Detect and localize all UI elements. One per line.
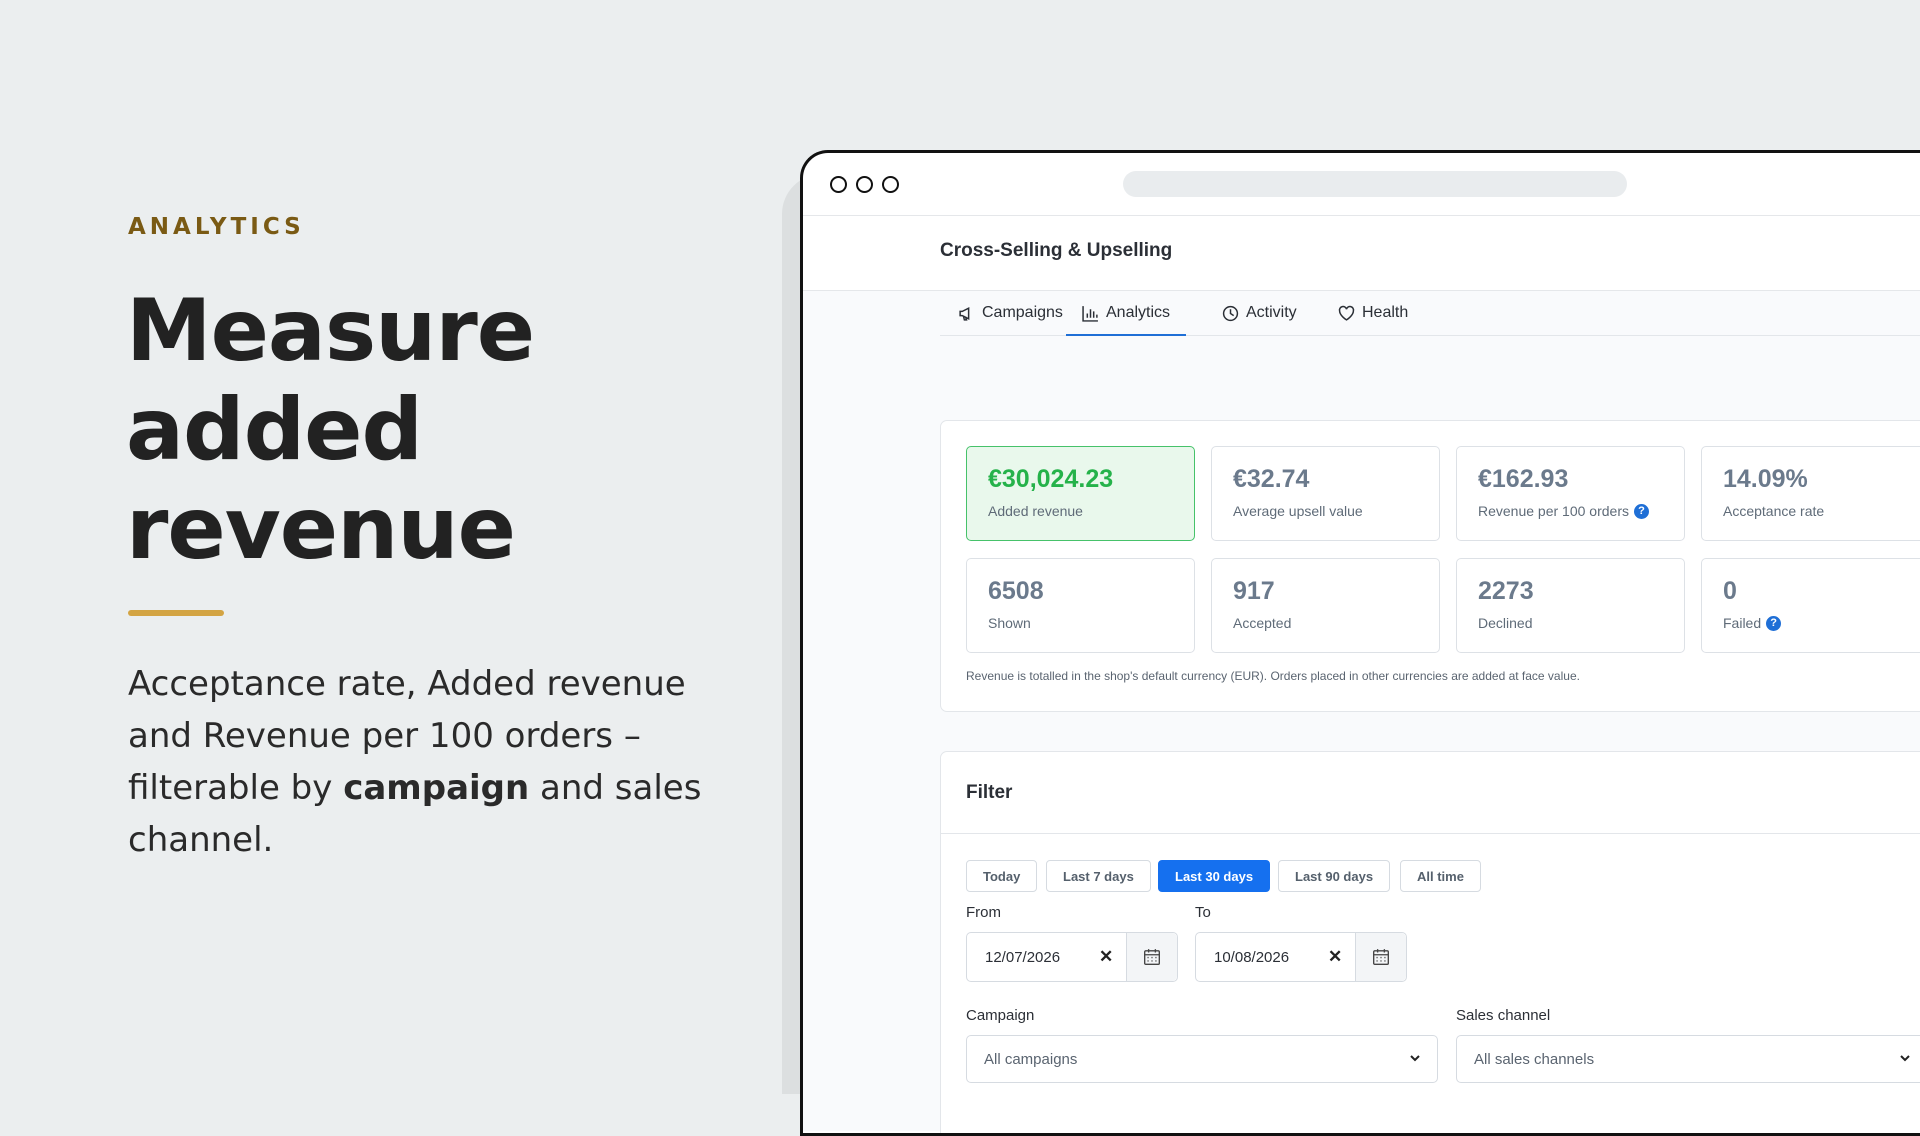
address-bar[interactable]	[1123, 171, 1627, 197]
from-date-field: ✕	[966, 932, 1178, 982]
help-icon[interactable]: ?	[1766, 615, 1782, 631]
stat-label: Added revenue	[988, 503, 1083, 519]
window-dot-icon	[856, 176, 873, 193]
campaign-select[interactable]: All campaigns	[966, 1035, 1438, 1083]
from-date-input[interactable]	[983, 947, 1087, 967]
browser-titlebar	[803, 153, 1920, 216]
bar-chart-icon	[1082, 305, 1098, 322]
filter-card: Filter Today Last 7 days Last 30 days La…	[940, 751, 1920, 1133]
to-calendar-button[interactable]	[1355, 933, 1406, 981]
stat-label: Failed?	[1723, 615, 1782, 631]
stat-value: €30,024.23	[988, 465, 1114, 493]
description-bold: campaign	[343, 768, 530, 808]
stat-value: 6508	[988, 577, 1044, 605]
sales-channel-select[interactable]: All sales channels	[1456, 1035, 1920, 1083]
to-date-field: ✕	[1195, 932, 1407, 982]
stat-failed: 0 Failed?	[1701, 558, 1920, 653]
stat-label: Shown	[988, 615, 1031, 631]
heart-icon	[1338, 305, 1355, 321]
window-dot-icon	[830, 176, 847, 193]
description: Acceptance rate, Added revenue and Reven…	[128, 658, 708, 866]
stat-label-text: Declined	[1478, 615, 1533, 631]
tab-label: Analytics	[1106, 304, 1171, 321]
range-last-90-button[interactable]: Last 90 days	[1278, 860, 1391, 892]
stat-label: Acceptance rate	[1723, 503, 1824, 519]
stats-card: €30,024.23 Added revenue €32.74 Average …	[940, 420, 1920, 712]
window-dot-icon	[882, 176, 899, 193]
stat-declined: 2273 Declined	[1456, 558, 1685, 653]
from-label: From	[966, 904, 1001, 921]
from-calendar-button[interactable]	[1126, 933, 1177, 981]
stat-label: Declined	[1478, 615, 1532, 631]
section-kicker: ANALYTICS	[128, 214, 305, 240]
to-date-input[interactable]	[1212, 947, 1316, 967]
stat-value: €162.93	[1478, 465, 1569, 493]
stat-label-text: Shown	[988, 615, 1031, 631]
stat-average-upsell: €32.74 Average upsell value	[1211, 446, 1440, 541]
filter-title: Filter	[966, 782, 1013, 803]
tab-label: Health	[1362, 304, 1409, 321]
stat-value: 14.09%	[1723, 465, 1808, 493]
range-all-time-button[interactable]: All time	[1400, 860, 1481, 892]
stat-label: Average upsell value	[1233, 503, 1363, 519]
stat-label: Accepted	[1233, 615, 1291, 631]
headline-line: revenue	[126, 479, 516, 579]
stat-accepted: 917 Accepted	[1211, 558, 1440, 653]
chevron-down-icon	[1410, 1055, 1420, 1062]
megaphone-icon	[959, 306, 970, 321]
filter-header: Filter	[941, 752, 1920, 834]
stat-acceptance-rate: 14.09% Acceptance rate	[1701, 446, 1920, 541]
help-icon[interactable]: ?	[1634, 503, 1649, 519]
sales-channel-select-value: All sales channels	[1474, 1051, 1595, 1068]
tab-label: Campaigns	[982, 304, 1063, 321]
campaign-select-value: All campaigns	[984, 1051, 1078, 1068]
clock-icon	[1222, 305, 1239, 321]
tab-activity[interactable]: Activity	[1222, 291, 1297, 335]
browser-window: Cross-Selling & Upselling Campaigns Anal…	[800, 150, 1920, 1136]
stat-value: 917	[1233, 577, 1275, 605]
stat-label-text: Revenue per 100 orders	[1478, 503, 1629, 519]
range-today-button[interactable]: Today	[966, 860, 1038, 892]
stat-label: Revenue per 100 orders?	[1478, 503, 1649, 519]
stat-added-revenue: €30,024.23 Added revenue	[966, 446, 1195, 541]
stat-label-text: Added revenue	[988, 503, 1083, 519]
headline-line: Measure	[126, 281, 535, 381]
tab-health[interactable]: Health	[1338, 291, 1408, 335]
stat-value: 2273	[1478, 577, 1534, 605]
currency-note: Revenue is totalled in the shop's defaul…	[966, 669, 1580, 683]
stat-value: €32.74	[1233, 465, 1310, 493]
chevron-down-icon	[1900, 1055, 1910, 1062]
tab-campaigns[interactable]: Campaigns	[958, 291, 1063, 335]
page-title: Cross-Selling & Upselling	[940, 240, 1173, 261]
tab-analytics[interactable]: Analytics	[1066, 291, 1187, 336]
stat-revenue-per-100: €162.93 Revenue per 100 orders?	[1456, 446, 1685, 541]
calendar-icon	[1373, 949, 1389, 965]
range-last-7-button[interactable]: Last 7 days	[1046, 860, 1151, 892]
page-content: Campaigns Analytics Activity Health €30,…	[803, 291, 1920, 1133]
to-label: To	[1195, 904, 1211, 921]
clear-from-icon[interactable]: ✕	[1099, 947, 1113, 967]
stat-label-text: Average upsell value	[1233, 503, 1363, 519]
campaign-label: Campaign	[966, 1007, 1035, 1024]
tab-label: Activity	[1246, 304, 1297, 321]
headline: Measure added revenue	[126, 281, 535, 579]
clear-to-icon[interactable]: ✕	[1328, 947, 1342, 967]
stat-label-text: Acceptance rate	[1723, 503, 1825, 519]
page-header: Cross-Selling & Upselling	[803, 216, 1920, 291]
accent-rule	[128, 610, 224, 616]
calendar-icon	[1144, 949, 1160, 965]
stat-value: 0	[1723, 577, 1737, 605]
sales-channel-label: Sales channel	[1456, 1007, 1551, 1024]
tab-bar: Campaigns Analytics Activity Health	[940, 291, 1920, 336]
stat-shown: 6508 Shown	[966, 558, 1195, 653]
headline-line: added	[126, 380, 423, 480]
stat-label-text: Accepted	[1233, 615, 1292, 631]
range-last-30-button[interactable]: Last 30 days	[1158, 860, 1271, 892]
stat-label-text: Failed	[1723, 615, 1762, 631]
